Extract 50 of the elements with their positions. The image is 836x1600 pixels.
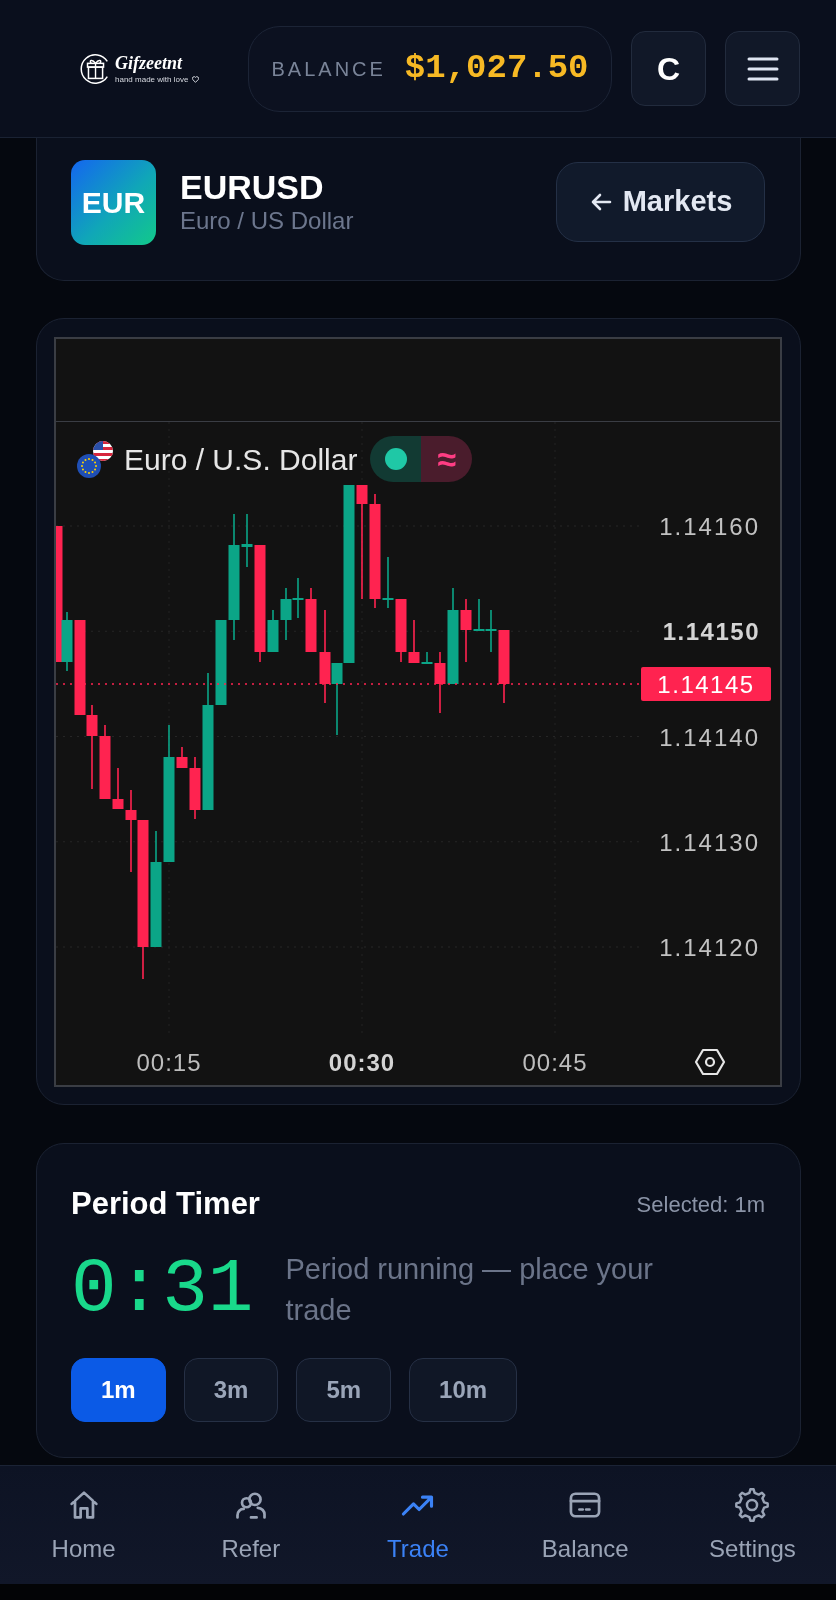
- nav-item[interactable]: Refer: [167, 1466, 335, 1584]
- countdown-timer: 0:31: [71, 1249, 254, 1331]
- rising-candle: [382, 556, 394, 609]
- time-axis-label: 00:30: [328, 1049, 396, 1076]
- rising-candle: [485, 609, 497, 653]
- nav-item[interactable]: Settings: [668, 1466, 836, 1584]
- nav-item[interactable]: Home: [0, 1466, 168, 1584]
- dot-icon: [384, 448, 407, 470]
- balance-label: BALANCE: [271, 56, 386, 82]
- period-option[interactable]: 5m: [296, 1358, 392, 1422]
- logo-text: Gifzeetnt: [115, 53, 184, 72]
- period-status-text: Period running — place your trade: [285, 1252, 654, 1328]
- nav-item[interactable]: Balance: [501, 1466, 669, 1584]
- time-axis-label: 00:45: [522, 1049, 588, 1076]
- menu-icon: [745, 55, 780, 82]
- price-axis-label: 1.14140: [659, 723, 760, 751]
- symbol-title: Euro / U.S. Dollar: [124, 441, 358, 478]
- selected-period-label: Selected: 1m: [636, 1190, 765, 1219]
- account-button[interactable]: C: [631, 31, 706, 106]
- settings-icon: [734, 1487, 771, 1523]
- current-price-tag: 1.14145: [641, 667, 771, 701]
- price-axis-label: 1.14160: [659, 513, 760, 540]
- asset-name: Euro / US Dollar: [180, 207, 354, 236]
- rising-candle: [280, 587, 292, 641]
- rising-candle: [267, 609, 279, 653]
- rising-candle: [61, 611, 73, 672]
- period-option[interactable]: 10m: [409, 1358, 518, 1422]
- nav-item[interactable]: Trade: [334, 1466, 502, 1584]
- falling-candle: [434, 651, 446, 714]
- price-axis-label: 1.14130: [659, 828, 760, 856]
- period-timer-title: Period Timer: [71, 1185, 260, 1223]
- price-axis-label: 1.14150: [662, 618, 760, 646]
- heart-icon: [192, 76, 200, 83]
- logo-tagline: hand made with love: [115, 75, 189, 84]
- price-axis-label: 1.14120: [659, 934, 760, 961]
- hexagon-icon[interactable]: [696, 1050, 724, 1074]
- menu-button[interactable]: [725, 31, 800, 106]
- wave-symbol: ≈: [421, 436, 473, 482]
- asset-symbol: EURUSD: [180, 168, 325, 208]
- rising-candle: [292, 577, 304, 619]
- rising-candle: [421, 651, 433, 665]
- time-axis-label: 00:15: [136, 1049, 202, 1076]
- period-option[interactable]: 1m: [71, 1358, 166, 1422]
- period-option[interactable]: 3m: [183, 1358, 279, 1422]
- currency-logo: EUR: [71, 159, 156, 245]
- rising-candle: [473, 598, 485, 632]
- markets-button[interactable]: Markets: [556, 162, 765, 242]
- falling-candle: [305, 587, 317, 653]
- falling-candle: [460, 598, 472, 663]
- balance-amount: $1,027.50: [404, 48, 589, 89]
